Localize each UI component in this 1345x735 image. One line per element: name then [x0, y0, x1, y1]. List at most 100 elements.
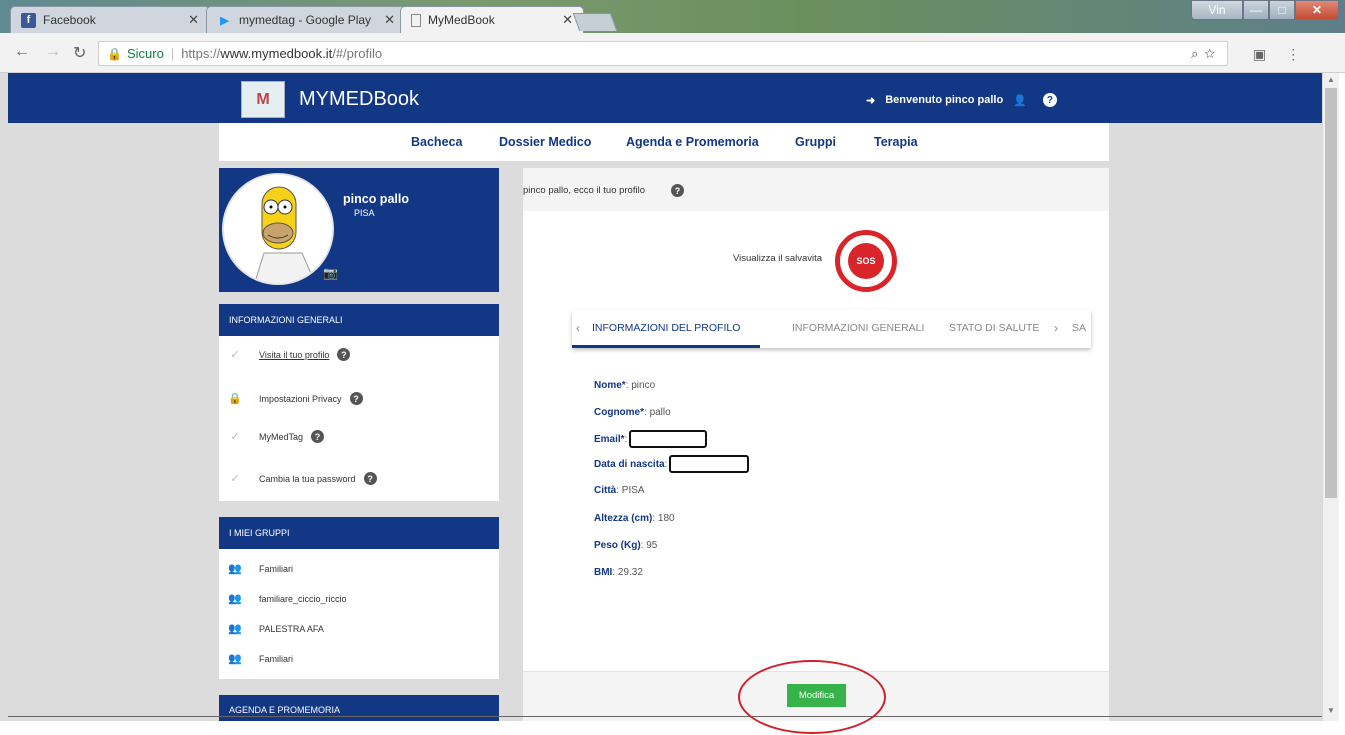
group-icon: 👥 [228, 563, 242, 575]
sidebar-item-privacy[interactable]: 🔒 Impostazioni Privacy ? [219, 392, 363, 405]
scroll-up-icon[interactable]: ▲ [1327, 75, 1335, 84]
field-value: pinco [631, 380, 656, 391]
extension-icons: ▣ ⋮ [1253, 46, 1300, 63]
google-play-icon: ▶ [220, 14, 229, 27]
help-icon[interactable]: ? [363, 472, 377, 485]
close-icon[interactable]: ✕ [384, 12, 395, 28]
field-value: pallo [649, 407, 671, 418]
tab-general-info[interactable]: INFORMAZIONI GENERALI [792, 322, 924, 334]
menu-item-bacheca[interactable]: Bacheca [411, 135, 462, 149]
tab-title: MyMedBook [428, 13, 495, 27]
salvavita-link[interactable]: Visualizza il salvavita [733, 253, 822, 264]
groups-heading: I MIEI GRUPPI [219, 517, 499, 549]
page-scrollbar[interactable]: ▲ ▼ [1322, 73, 1339, 721]
menu-item-agenda[interactable]: Agenda e Promemoria [626, 135, 759, 149]
reload-icon[interactable]: ↻ [73, 43, 86, 63]
menu-item-gruppi[interactable]: Gruppi [795, 135, 836, 149]
group-label[interactable]: Familiari [259, 654, 293, 664]
group-item[interactable]: 👥 PALESTRA AFA [219, 622, 324, 635]
close-icon[interactable]: ✕ [188, 12, 199, 28]
field-label: BMI [594, 567, 613, 578]
logo[interactable]: M [241, 81, 285, 118]
help-icon[interactable]: ? [1042, 93, 1057, 107]
user-badge: Vin [1208, 3, 1226, 17]
field-nome: Nome*: pinco [594, 380, 656, 391]
tab-title: mymedtag - Google Play [239, 13, 372, 27]
group-item[interactable]: 👥 Familiari [219, 652, 293, 665]
user-profile-button[interactable]: Vin [1191, 0, 1243, 20]
help-icon[interactable]: ? [671, 184, 684, 197]
scroll-thumb[interactable] [1325, 88, 1337, 498]
field-bmi: BMI: 29.32 [594, 567, 643, 578]
bottom-divider [8, 716, 1322, 717]
close-icon[interactable]: ✕ [562, 12, 573, 28]
profile-card: 📷 pinco pallo PISA [219, 168, 499, 292]
group-item[interactable]: 👥 familiare_ciccio_riccio [219, 592, 347, 605]
sidebar-item-change-password[interactable]: ✓ Cambia la tua password ? [219, 472, 377, 485]
logout-icon[interactable]: ➜ [866, 94, 875, 107]
url-separator: | [170, 46, 175, 61]
group-label[interactable]: Familiari [259, 564, 293, 574]
welcome-text[interactable]: Benvenuto pinco pallo [885, 94, 1003, 106]
window-controls: Vin — □ ✕ [1191, 0, 1339, 20]
sidebar-item-label[interactable]: Cambia la tua password [259, 474, 356, 484]
tab-title: Facebook [43, 13, 96, 27]
field-label: Data di nascita [594, 458, 665, 470]
sos-badge[interactable]: SOS [835, 230, 897, 292]
profile-panel-header: pinco pallo, ecco il tuo profilo ? [523, 168, 1109, 211]
tab-truncated[interactable]: SA [1072, 322, 1086, 334]
group-label[interactable]: PALESTRA AFA [259, 624, 324, 634]
forward-arrow-icon[interactable]: → [45, 43, 61, 61]
general-info-panel: ✓ Visita il tuo profilo ? 🔒 Impostazioni… [219, 336, 499, 501]
zoom-bookmark-icons[interactable]: ⌕☆ [1191, 46, 1221, 62]
user-icon: 👤 [1013, 94, 1027, 107]
welcome-area: ➜ Benvenuto pinco pallo 👤 ? [866, 93, 1057, 107]
page-icon [411, 13, 421, 27]
browser-tab-mymedbook[interactable]: MyMedBook ✕ [400, 6, 584, 33]
close-window-button[interactable]: ✕ [1295, 0, 1339, 20]
bottom-margin [0, 721, 1345, 735]
minimize-button[interactable]: — [1243, 0, 1269, 20]
field-peso: Peso (Kg): 95 [594, 540, 658, 551]
chevron-right-icon[interactable]: › [1054, 321, 1058, 335]
check-icon: ✓ [230, 349, 240, 361]
menu-item-dossier-medico[interactable]: Dossier Medico [499, 135, 591, 149]
avatar[interactable] [222, 173, 334, 285]
facebook-icon: f [21, 12, 36, 28]
back-arrow-icon[interactable]: ← [14, 43, 30, 61]
help-icon[interactable]: ? [349, 392, 363, 405]
camera-icon[interactable]: 📷 [323, 266, 338, 280]
sidebar-item-visit-profile[interactable]: ✓ Visita il tuo profilo ? [219, 348, 351, 361]
check-icon: ✓ [230, 473, 240, 485]
browser-tab-facebook[interactable]: f Facebook ✕ [10, 6, 210, 33]
avatar-image [224, 175, 332, 283]
extension-icon[interactable]: ▣ [1253, 46, 1266, 63]
brand-title[interactable]: MYMEDBook [299, 88, 419, 111]
url-path: /#/profilo [332, 46, 383, 61]
help-icon[interactable]: ? [311, 430, 325, 443]
scroll-down-icon[interactable]: ▼ [1327, 706, 1335, 715]
maximize-button[interactable]: □ [1269, 0, 1295, 20]
group-item[interactable]: 👥 Familiari [219, 562, 293, 575]
agenda-heading: AGENDA E PROMEMORIA [219, 695, 499, 721]
group-label[interactable]: familiare_ciccio_riccio [259, 594, 347, 604]
sidebar-item-mymedtag[interactable]: ✓ MyMedTag ? [219, 430, 325, 443]
browser-tab-google-play[interactable]: ▶ mymedtag - Google Play ✕ [206, 6, 406, 33]
address-input[interactable]: 🔒 Sicuro | https://www.mymedbook.it/#/pr… [98, 41, 1228, 66]
sidebar-item-label[interactable]: Visita il tuo profilo [259, 350, 329, 360]
redacted-value [669, 455, 750, 473]
sidebar-item-label[interactable]: MyMedTag [259, 432, 303, 442]
tab-health-status[interactable]: STATO DI SALUTE [949, 322, 1039, 334]
sidebar-item-label[interactable]: Impostazioni Privacy [259, 394, 342, 404]
lock-icon: 🔒 [228, 393, 242, 405]
new-tab-button[interactable] [572, 13, 618, 31]
field-value: 95 [646, 540, 658, 551]
tab-profile-info[interactable]: INFORMAZIONI DEL PROFILO [592, 322, 740, 334]
chevron-left-icon[interactable]: ‹ [576, 321, 580, 335]
group-icon: 👥 [228, 653, 242, 665]
menu-item-terapia[interactable]: Terapia [874, 135, 918, 149]
menu-icon[interactable]: ⋮ [1286, 46, 1300, 63]
help-icon[interactable]: ? [337, 348, 351, 361]
field-citta: Città: PISA [594, 485, 645, 496]
field-cognome: Cognome*: pallo [594, 407, 671, 418]
